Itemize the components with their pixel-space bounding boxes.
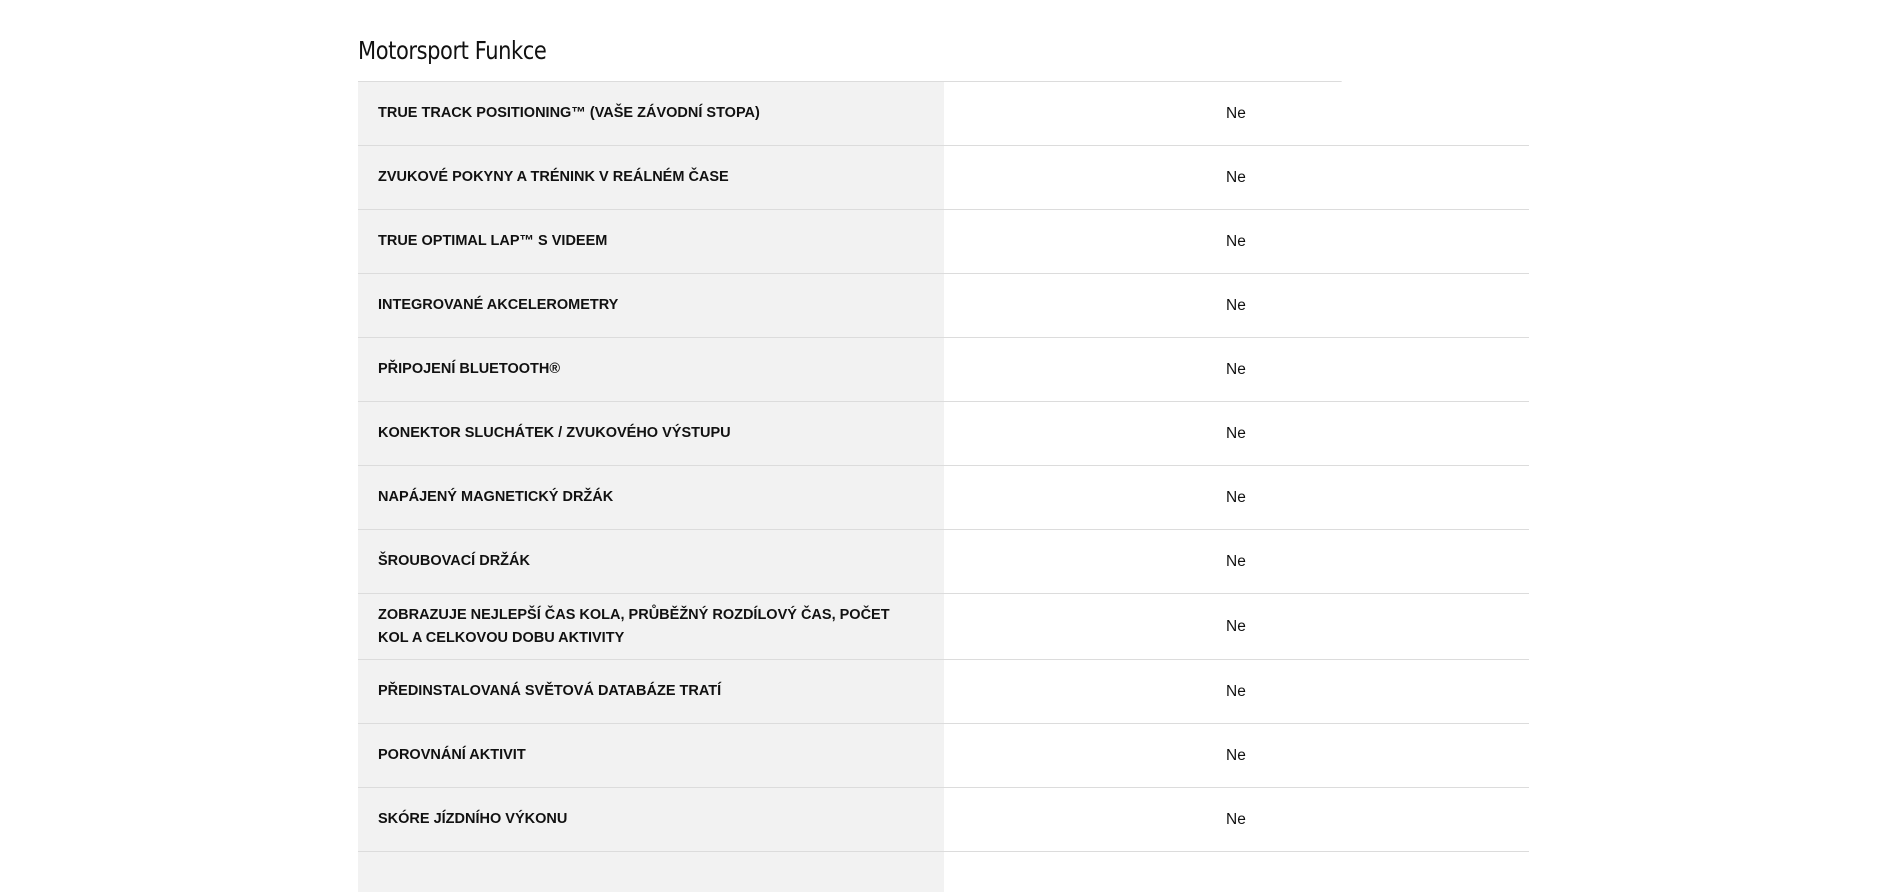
spec-label: POROVNÁNÍ AKTIVIT: [358, 724, 944, 787]
spec-row-magnetic-mount: NAPÁJENÝ MAGNETICKÝ DRŽÁK Ne: [358, 466, 1529, 530]
motorsport-features-section: Motorsport Funkce TRUE TRACK POSITIONING…: [358, 0, 1529, 892]
spec-value: Ne: [1226, 360, 1246, 378]
spec-label: ŠROUBOVACÍ DRŽÁK: [358, 530, 944, 593]
spec-value: Ne: [1226, 488, 1246, 506]
spec-label: [358, 852, 944, 892]
spec-value: Ne: [1226, 617, 1246, 635]
spec-label: ZOBRAZUJE NEJLEPŠÍ ČAS KOLA, PRŮBĚŽNÝ RO…: [358, 594, 944, 659]
spec-value: [944, 852, 1529, 892]
spec-label: SKÓRE JÍZDNÍHO VÝKONU: [358, 788, 944, 851]
spec-row-headphone-jack: KONEKTOR SLUCHÁTEK / ZVUKOVÉHO VÝSTUPU N…: [358, 402, 1529, 466]
spec-row-track-database: PŘEDINSTALOVANÁ SVĚTOVÁ DATABÁZE TRATÍ N…: [358, 660, 1529, 724]
spec-label: KONEKTOR SLUCHÁTEK / ZVUKOVÉHO VÝSTUPU: [358, 402, 944, 465]
spec-value: Ne: [1226, 682, 1246, 700]
spec-value: Ne: [1226, 552, 1246, 570]
spec-table: TRUE TRACK POSITIONING™ (VAŠE ZÁVODNÍ ST…: [358, 82, 1529, 892]
spec-row-accelerometers: INTEGROVANÉ AKCELEROMETRY Ne: [358, 274, 1529, 338]
spec-value: Ne: [1226, 746, 1246, 764]
spec-label: TRUE OPTIMAL LAP™ S VIDEEM: [358, 210, 944, 273]
spec-value: Ne: [1226, 232, 1246, 250]
spec-value: Ne: [1226, 168, 1246, 186]
spec-value: Ne: [1226, 296, 1246, 314]
spec-label: INTEGROVANÉ AKCELEROMETRY: [358, 274, 944, 337]
spec-value: Ne: [1226, 810, 1246, 828]
spec-row-partial: [358, 852, 1529, 892]
spec-row-activity-comparison: POROVNÁNÍ AKTIVIT Ne: [358, 724, 1529, 788]
spec-label: PŘEDINSTALOVANÁ SVĚTOVÁ DATABÁZE TRATÍ: [358, 660, 944, 723]
spec-row-true-track-positioning: TRUE TRACK POSITIONING™ (VAŠE ZÁVODNÍ ST…: [358, 82, 1529, 146]
spec-row-lap-time-display: ZOBRAZUJE NEJLEPŠÍ ČAS KOLA, PRŮBĚŽNÝ RO…: [358, 594, 1529, 660]
spec-row-audio-coaching: ZVUKOVÉ POKYNY A TRÉNINK V REÁLNÉM ČASE …: [358, 146, 1529, 210]
spec-label: TRUE TRACK POSITIONING™ (VAŠE ZÁVODNÍ ST…: [358, 82, 944, 145]
spec-label: PŘIPOJENÍ BLUETOOTH®: [358, 338, 944, 401]
spec-row-driving-score: SKÓRE JÍZDNÍHO VÝKONU Ne: [358, 788, 1529, 852]
spec-label: NAPÁJENÝ MAGNETICKÝ DRŽÁK: [358, 466, 944, 529]
spec-row-bluetooth: PŘIPOJENÍ BLUETOOTH® Ne: [358, 338, 1529, 402]
spec-row-screw-mount: ŠROUBOVACÍ DRŽÁK Ne: [358, 530, 1529, 594]
section-title: Motorsport Funkce: [358, 0, 1342, 82]
spec-value: Ne: [1226, 424, 1246, 442]
spec-value: Ne: [1226, 104, 1246, 122]
spec-row-true-optimal-lap: TRUE OPTIMAL LAP™ S VIDEEM Ne: [358, 210, 1529, 274]
spec-label: ZVUKOVÉ POKYNY A TRÉNINK V REÁLNÉM ČASE: [358, 146, 944, 209]
